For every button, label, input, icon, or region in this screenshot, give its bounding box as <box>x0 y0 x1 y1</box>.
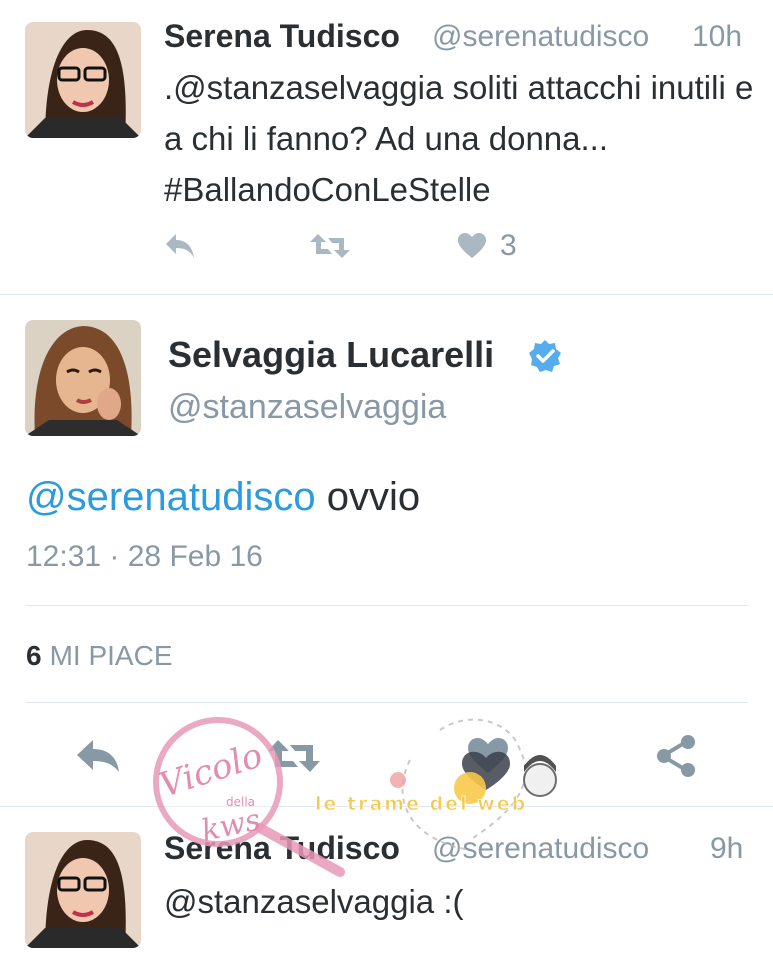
author-handle[interactable]: @serenatudisco <box>432 20 649 54</box>
author-handle[interactable]: @stanzaselvaggia <box>168 388 446 427</box>
like-button[interactable]: 3 <box>458 226 517 266</box>
like-button[interactable] <box>460 728 516 784</box>
main-tweet-actions <box>0 728 773 784</box>
reply-icon <box>77 740 119 772</box>
tweet-text: @stanzaselvaggia :( <box>164 883 464 920</box>
retweet-icon <box>310 234 350 258</box>
heart-icon <box>458 233 486 258</box>
avatar[interactable] <box>25 22 141 138</box>
tweet-text: .@stanzaselvaggia soliti attacchi inutil… <box>164 69 754 208</box>
author-name[interactable]: Serena Tudisco <box>164 18 400 55</box>
author-name[interactable]: Selvaggia Lucarelli <box>168 334 494 376</box>
tweet-body: ovvio <box>315 475 421 519</box>
timestamp[interactable]: 10h <box>692 20 742 54</box>
avatar-image <box>25 832 141 948</box>
timestamp[interactable]: 9h <box>710 832 743 866</box>
divider <box>0 294 773 295</box>
divider <box>0 806 773 807</box>
avatar[interactable] <box>25 320 141 436</box>
tweet-text: @serenatudisco ovvio <box>26 470 420 524</box>
author-name[interactable]: Serena Tudisco <box>164 830 400 867</box>
retweet-button[interactable] <box>266 728 322 784</box>
watermark-banner: le trame del web <box>315 793 527 815</box>
author-handle[interactable]: @serenatudisco <box>432 832 649 866</box>
share-button[interactable] <box>648 728 704 784</box>
share-icon <box>657 735 695 777</box>
reply-button[interactable] <box>164 226 196 266</box>
like-count: 3 <box>500 229 517 262</box>
retweet-icon <box>268 740 320 772</box>
verified-badge-icon <box>529 340 561 372</box>
mention-link[interactable]: @serenatudisco <box>26 475 316 519</box>
retweet-button[interactable] <box>310 226 350 266</box>
likes-label: MI PIACE <box>49 640 173 671</box>
avatar[interactable] <box>25 832 141 948</box>
likes-count: 6 <box>26 640 42 671</box>
reply-button[interactable] <box>70 728 126 784</box>
tweet-date[interactable]: 12:31 · 28 Feb 16 <box>26 540 263 574</box>
divider <box>26 605 748 606</box>
reply-icon <box>166 234 194 258</box>
avatar-image <box>25 320 141 436</box>
tweet-actions: 3 <box>164 226 584 266</box>
avatar-image <box>25 22 141 138</box>
divider <box>26 702 748 703</box>
likes-summary[interactable]: 6 MI PIACE <box>26 640 173 672</box>
like-icon <box>468 738 508 773</box>
